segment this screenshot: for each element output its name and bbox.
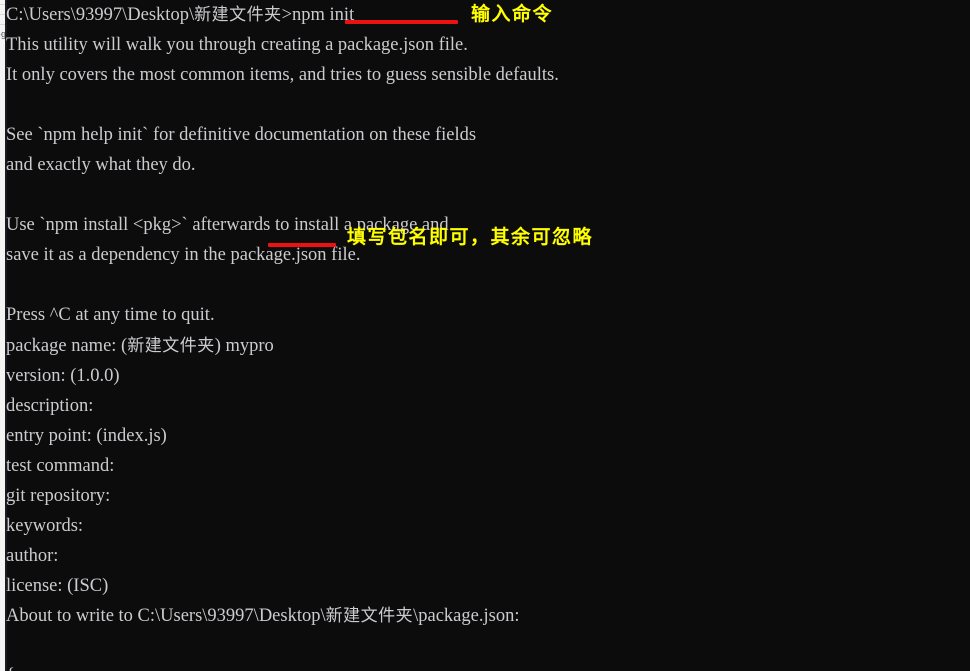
terminal-line-about-to-write: About to write to C:\Users\93997\Desktop… <box>6 605 520 626</box>
terminal-text: C:\Users\93997\Desktop\新建文件夹>npm init Thi… <box>6 0 969 671</box>
terminal-line-prompt-keywords: keywords: <box>6 515 84 536</box>
terminal-line-blank-4 <box>6 631 969 661</box>
command-prompt-window[interactable]: C:\Users\93997\Desktop\新建文件夹>npm init Thi… <box>5 0 970 671</box>
terminal-line-prompt-license: license: (ISC) <box>6 575 109 596</box>
terminal-line-intro-1: This utility will walk you through creat… <box>6 35 468 56</box>
terminal-line-blank-1 <box>6 90 969 120</box>
terminal-line-prompt-version: version: (1.0.0) <box>6 365 120 386</box>
annotation-enter-command: 输入命令 <box>471 3 554 25</box>
red-underline-mypro <box>268 243 336 247</box>
terminal-line-prompt-entry-point: entry point: (index.js) <box>6 425 167 446</box>
red-underline-npm-init <box>345 20 458 24</box>
console-output-area[interactable]: C:\Users\93997\Desktop\新建文件夹>npm init Thi… <box>5 0 970 671</box>
terminal-line-prompt-package-name: package name: (新建文件夹) mypro <box>6 335 274 356</box>
terminal-line-help-1: See `npm help init` for definitive docum… <box>6 125 477 146</box>
terminal-line-blank-2 <box>6 180 969 210</box>
screen: g C:\Users\93997\Desktop\新建文件夹>npm init T… <box>0 0 970 671</box>
terminal-line-help-2: and exactly what they do. <box>6 155 196 176</box>
terminal-line-prompt-git-repository: git repository: <box>6 485 111 506</box>
terminal-line-json-open-brace: { <box>6 661 969 671</box>
terminal-line-prompt-description: description: <box>6 395 94 416</box>
terminal-line-quit-hint: Press ^C at any time to quit. <box>6 305 215 326</box>
terminal-line-intro-2: It only covers the most common items, an… <box>6 65 559 86</box>
annotation-package-name-hint: 填写包名即可，其余可忽略 <box>347 226 594 248</box>
terminal-line-prompt-author: author: <box>6 545 59 566</box>
terminal-line-blank-3 <box>6 270 969 300</box>
terminal-line-prompt-test-command: test command: <box>6 455 115 476</box>
